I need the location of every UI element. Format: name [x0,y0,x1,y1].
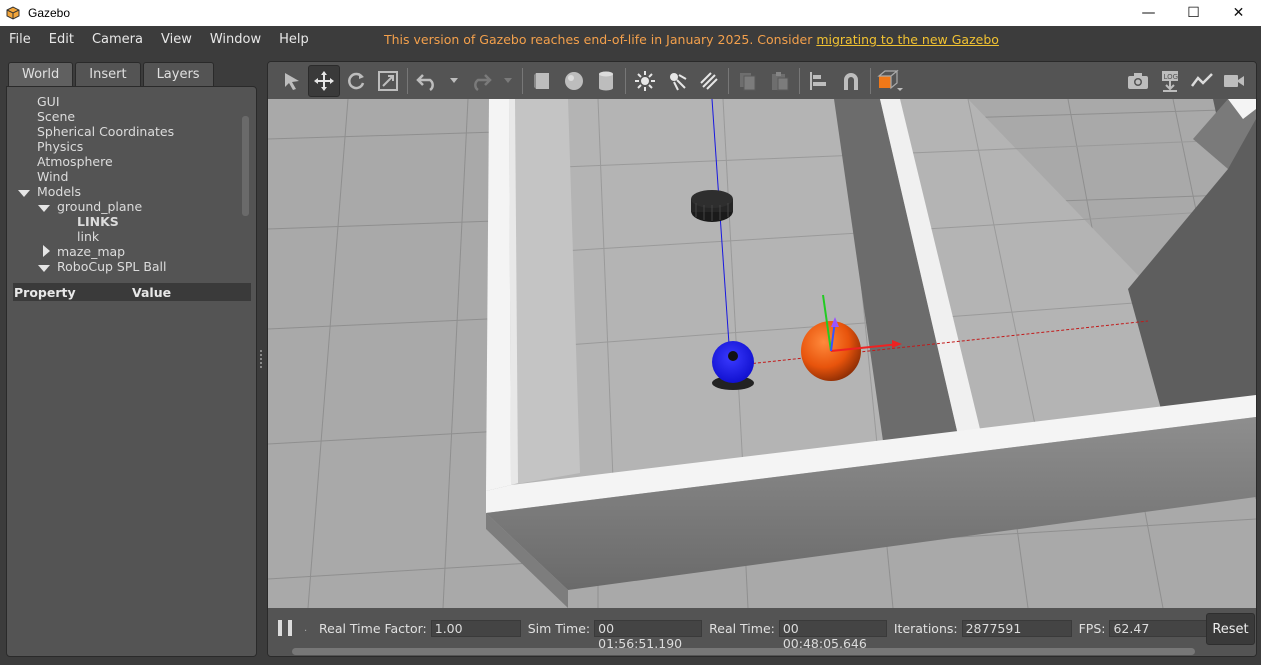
expand-ground-plane-icon[interactable] [38,205,50,212]
align-icon[interactable] [803,65,835,97]
menu-edit[interactable]: Edit [40,26,83,53]
tree-item-gui[interactable]: GUI [37,94,60,109]
menu-view[interactable]: View [152,26,201,53]
main-toolbar: LOG [268,62,1256,99]
tree-scrollbar[interactable] [242,116,249,216]
menu-bar: File Edit Camera View Window Help This v… [0,26,1261,53]
log-icon[interactable]: LOG [1154,65,1186,97]
iterations-value: 2877591 [961,619,1072,637]
plot-icon[interactable] [1186,65,1218,97]
tree-item-robocup-spl-ball[interactable]: RoboCup SPL Ball [57,259,167,274]
undo-icon[interactable] [411,65,443,97]
sim-time-label: Sim Time: [527,620,591,636]
scene-render [268,98,1256,609]
window-title: Gazebo [28,6,71,20]
tree-item-scene[interactable]: Scene [37,109,75,124]
eol-notice: This version of Gazebo reaches end-of-li… [384,26,999,53]
translate-icon[interactable] [308,64,340,97]
screenshot-icon[interactable] [1122,65,1154,97]
property-column-header: Property [14,284,76,300]
left-tab-bar: World Insert Layers [8,62,216,87]
tree-item-atmosphere[interactable]: Atmosphere [37,154,113,169]
rotate-icon[interactable] [340,65,372,97]
minimize-button[interactable]: — [1126,0,1171,26]
rtf-label: Real Time Factor: [319,620,427,636]
tab-layers[interactable]: Layers [142,62,214,87]
world-panel: GUI Scene Spherical Coordinates Physics … [6,86,257,657]
menu-help[interactable]: Help [270,26,318,53]
maximize-button[interactable]: ☐ [1171,0,1216,26]
record-video-icon[interactable] [1218,65,1250,97]
title-bar: Gazebo — ☐ ✕ [0,0,1261,26]
world-tree: GUI Scene Spherical Coordinates Physics … [8,88,242,278]
snap-icon[interactable] [835,65,867,97]
gazebo-logo-icon [6,6,20,20]
toolbar-divider [407,67,408,94]
undo-history-dropdown-icon[interactable] [443,65,465,97]
eol-notice-text: This version of Gazebo reaches end-of-li… [384,32,817,47]
tree-item-spherical-coordinates[interactable]: Spherical Coordinates [37,124,174,139]
redo-icon[interactable] [465,65,497,97]
expand-robocup-ball-icon[interactable] [38,265,50,272]
render-panel: LOG . Real Time Factor: 1.00 Sim Time: 0… [267,61,1257,657]
property-table-header: Property Value [13,283,251,301]
panel-splitter-handle[interactable] [260,350,263,370]
toolbar-divider [728,67,729,94]
tree-item-physics[interactable]: Physics [37,139,83,154]
horizontal-scrollbar[interactable] [292,648,1195,655]
directional-light-icon[interactable] [693,65,725,97]
sim-time-value: 00 01:56:51.190 [594,619,703,651]
cylinder-icon[interactable] [590,65,622,97]
expand-models-icon[interactable] [18,190,30,197]
menu-window[interactable]: Window [201,26,270,53]
step-indicator: . [304,622,308,634]
real-time-label: Real Time: [709,620,775,636]
tree-item-ground-plane[interactable]: ground_plane [57,199,142,214]
reset-button[interactable]: Reset [1206,613,1255,645]
tab-insert[interactable]: Insert [75,62,141,87]
status-bar: . Real Time Factor: 1.00 Sim Time: 00 01… [268,608,1256,656]
expand-maze-map-icon[interactable] [43,245,50,257]
menu-file[interactable]: File [0,26,40,53]
pause-icon[interactable] [278,620,292,636]
rtf-value: 1.00 [430,619,521,637]
tab-world[interactable]: World [8,62,74,87]
sphere-icon[interactable] [558,65,590,97]
toolbar-divider [625,67,626,94]
toolbar-divider [870,67,871,94]
redo-history-dropdown-icon[interactable] [497,65,519,97]
select-icon[interactable] [276,65,308,97]
spot-light-icon[interactable] [661,65,693,97]
migrate-link[interactable]: migrating to the new Gazebo [816,32,999,47]
tree-item-models[interactable]: Models [37,184,81,199]
tree-item-maze-map[interactable]: maze_map [57,244,125,259]
close-button[interactable]: ✕ [1216,0,1261,26]
view-angle-icon[interactable] [874,65,906,97]
paste-icon[interactable] [764,65,796,97]
tree-item-wind[interactable]: Wind [37,169,68,184]
svg-text:LOG: LOG [1164,73,1179,81]
menu-camera[interactable]: Camera [83,26,152,53]
tree-item-links-header: LINKS [77,214,119,229]
toolbar-divider [522,67,523,94]
tree-item-link[interactable]: link [77,229,99,244]
toolbar-divider [799,67,800,94]
3d-viewport[interactable] [268,98,1256,609]
copy-icon[interactable] [732,65,764,97]
fps-label: FPS: [1078,620,1106,636]
real-time-value: 00 00:48:05.646 [778,619,887,651]
scale-icon[interactable] [372,65,404,97]
iterations-label: Iterations: [893,620,958,636]
value-column-header: Value [132,284,172,300]
box-icon[interactable] [526,65,558,97]
point-light-icon[interactable] [629,65,661,97]
